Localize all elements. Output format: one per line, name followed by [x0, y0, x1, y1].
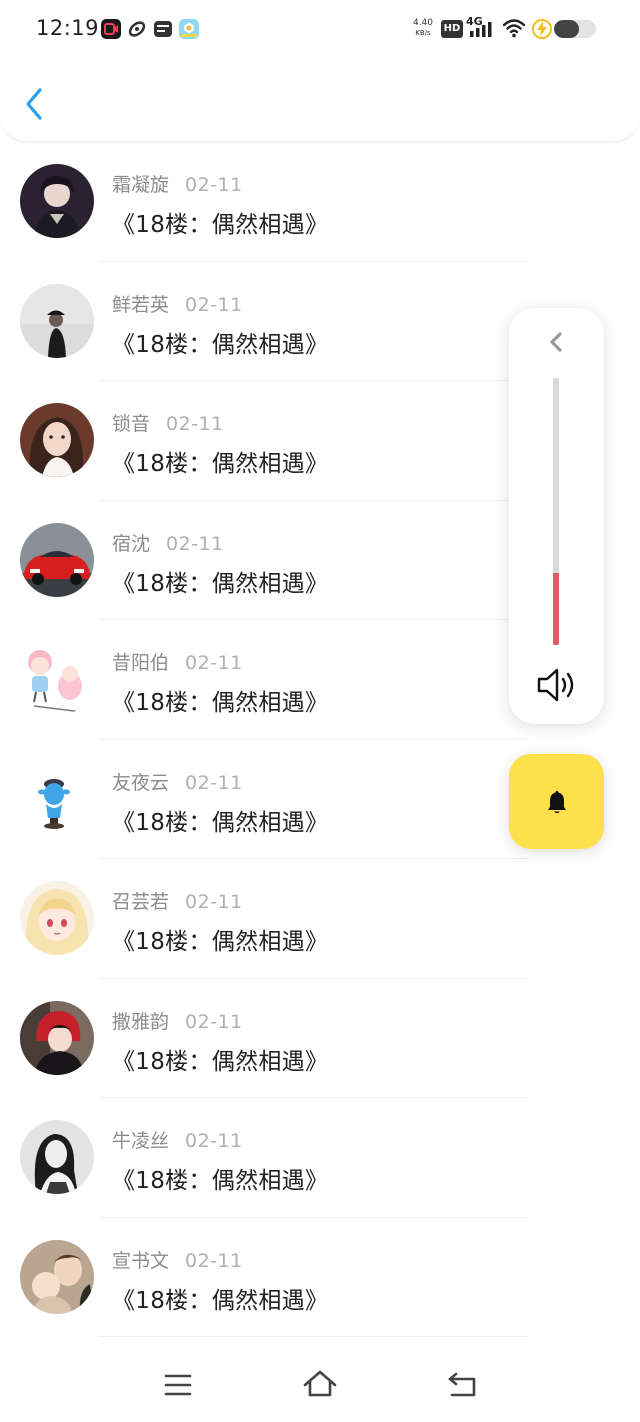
author-name: 友夜云: [112, 771, 170, 794]
author-name: 宿沈: [112, 532, 151, 555]
avatar: [20, 283, 94, 358]
post-date: 02-11: [185, 771, 243, 794]
list-item[interactable]: 霜凝旋 02-11 《18楼：偶然相遇》: [0, 142, 640, 262]
chevron-left-icon[interactable]: [20, 84, 52, 124]
post-date: 02-11: [185, 652, 243, 674]
post-date: 02-11: [185, 1010, 243, 1033]
post-date: 02-11: [166, 413, 224, 435]
back-icon[interactable]: [442, 1368, 482, 1402]
volume-slider[interactable]: [553, 378, 559, 645]
author-name: 霜凝旋: [112, 174, 170, 196]
post-title: 《18楼：偶然相遇》: [112, 451, 329, 477]
post-date: 02-11: [185, 174, 243, 196]
author-name: 锁音: [112, 413, 151, 435]
status-bar: 12:19 4.40 KB/s HD 4G: [0, 0, 640, 60]
net-speed: 4.40 KB/s: [408, 18, 438, 38]
item-meta: 牛凌丝 02-11: [112, 1126, 243, 1153]
post-title: 《18楼：偶然相遇》: [112, 809, 329, 836]
post-date: 02-11: [185, 1249, 243, 1272]
item-meta: 召芸若 02-11: [112, 887, 243, 914]
chevron-left-icon[interactable]: [545, 330, 567, 354]
author-name: 牛凌丝: [112, 1130, 170, 1152]
avatar: [20, 1000, 94, 1075]
hd-badge: HD: [441, 20, 463, 38]
divider: [98, 1336, 528, 1337]
post-date: 02-11: [185, 891, 243, 913]
avatar: [20, 881, 94, 955]
status-time: 12:19: [36, 16, 100, 40]
author-name: 昔阳伯: [112, 652, 170, 674]
item-meta: 宣书文 02-11: [112, 1246, 243, 1273]
charging-icon: [532, 19, 552, 39]
post-title: 《18楼：偶然相遇》: [112, 1048, 329, 1075]
post-title: 《18楼：偶然相遇》: [112, 1287, 329, 1314]
item-meta: 锁音 02-11: [112, 409, 224, 436]
post-title: 《18楼：偶然相遇》: [112, 212, 329, 238]
avatar: [20, 522, 94, 597]
volume-panel: [509, 308, 604, 724]
item-meta: 霜凝旋 02-11: [112, 170, 243, 197]
system-nav-bar: [0, 1342, 640, 1422]
signal-icon: [470, 22, 492, 37]
card-app-icon: [153, 19, 173, 39]
volume-level-fill: [553, 572, 559, 645]
list-item[interactable]: 牛凌丝 02-11 《18楼：偶然相遇》: [0, 1098, 640, 1218]
avatar: [20, 164, 94, 238]
avatar: [20, 403, 94, 477]
speaker-icon[interactable]: [536, 666, 578, 704]
post-title: 《18楼：偶然相遇》: [112, 929, 329, 955]
post-title: 《18楼：偶然相遇》: [112, 690, 329, 716]
avatar: [20, 1239, 94, 1314]
avatar: [20, 761, 94, 836]
item-meta: 撒雅韵 02-11: [112, 1007, 243, 1034]
author-name: 撒雅韵: [112, 1010, 170, 1033]
link-app-icon: [127, 19, 147, 39]
post-date: 02-11: [166, 532, 224, 555]
video-app-icon: [101, 19, 121, 39]
item-meta: 鲜若英 02-11: [112, 290, 243, 317]
item-meta: 宿沈 02-11: [112, 529, 224, 556]
list-item[interactable]: 撒雅韵 02-11 《18楼：偶然相遇》: [0, 979, 640, 1098]
item-meta: 友夜云 02-11: [112, 768, 243, 795]
post-title: 《18楼：偶然相遇》: [112, 331, 329, 358]
list-item[interactable]: 宣书文 02-11 《18楼：偶然相遇》: [0, 1218, 640, 1337]
notification-button[interactable]: [509, 754, 604, 849]
item-meta: 昔阳伯 02-11: [112, 648, 243, 675]
author-name: 宣书文: [112, 1249, 170, 1272]
post-title: 《18楼：偶然相遇》: [112, 570, 329, 597]
net-speed-value: 4.40: [412, 18, 434, 28]
post-date: 02-11: [185, 1130, 243, 1152]
avatar: [20, 642, 94, 716]
post-date: 02-11: [185, 293, 243, 316]
post-title: 《18楼：偶然相遇》: [112, 1168, 329, 1194]
list-item[interactable]: 召芸若 02-11 《18楼：偶然相遇》: [0, 859, 640, 979]
net-speed-unit: KB/s: [415, 29, 431, 37]
author-name: 鲜若英: [112, 293, 170, 316]
menu-icon[interactable]: [158, 1368, 198, 1402]
header: [0, 60, 640, 142]
author-name: 召芸若: [112, 891, 170, 913]
wifi-icon: [502, 19, 526, 38]
battery-fill: [554, 20, 580, 38]
map-app-icon: [179, 19, 199, 39]
bell-icon: [548, 791, 566, 814]
avatar: [20, 1120, 94, 1194]
home-icon[interactable]: [300, 1368, 340, 1402]
battery-icon: [554, 20, 596, 38]
